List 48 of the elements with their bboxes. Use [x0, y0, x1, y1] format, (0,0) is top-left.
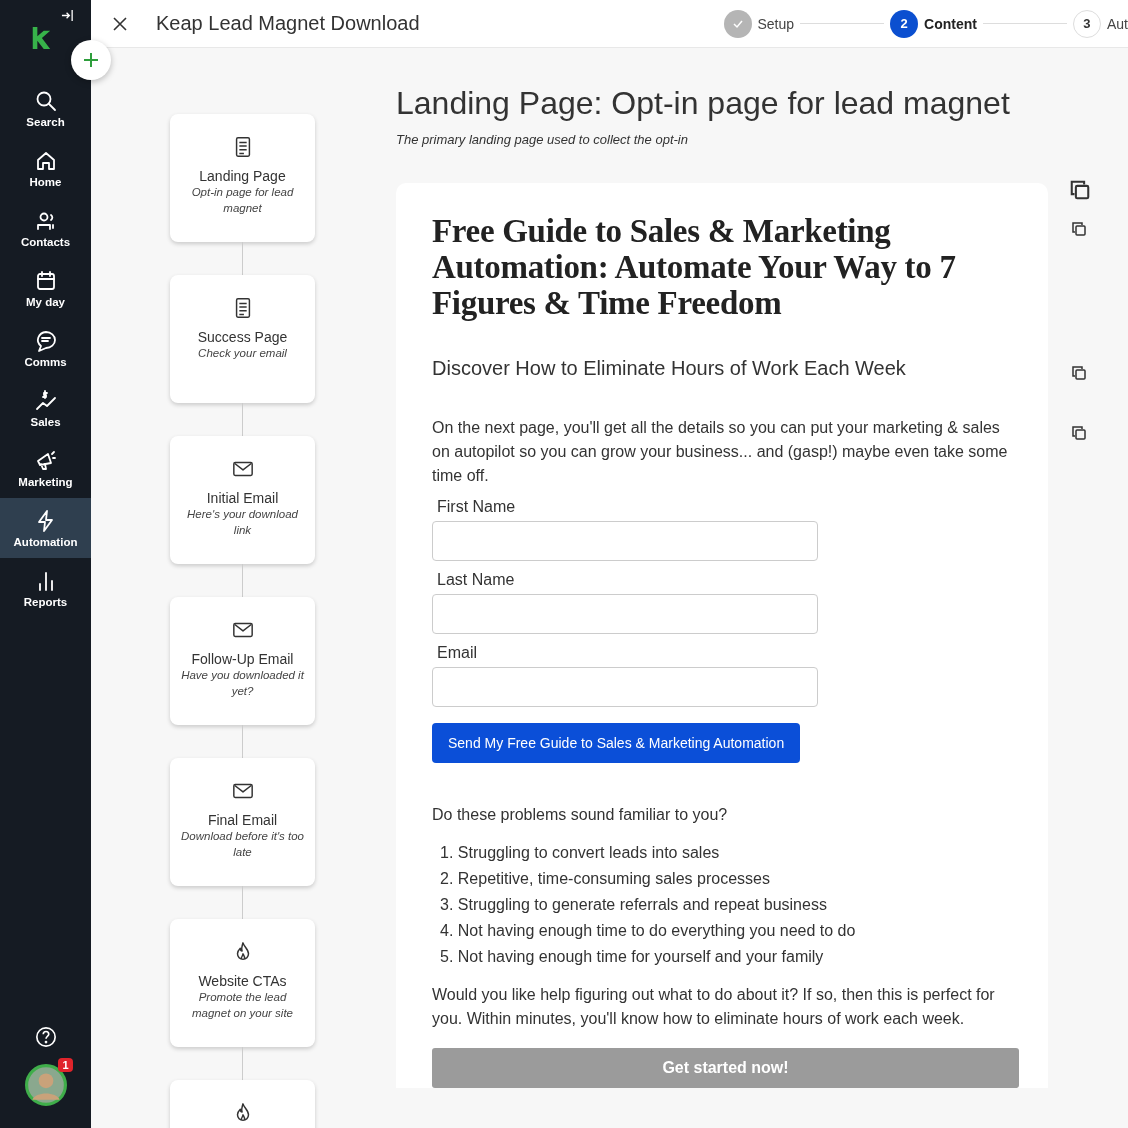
question-text: Do these problems sound familiar to you? — [432, 805, 729, 825]
copy-icon[interactable] — [1071, 221, 1087, 237]
section-title: Landing Page: Opt-in page for lead magnet — [396, 85, 1011, 122]
flow-node[interactable]: Final Email Download before it's too late — [170, 758, 315, 886]
list-item: 1. Struggling to convert leads into sales — [440, 843, 721, 863]
sales-icon — [33, 388, 58, 413]
nav-item[interactable]: Search — [0, 78, 91, 138]
nav-item[interactable]: Automation — [0, 498, 91, 558]
notification-badge: 1 — [58, 1058, 73, 1072]
flow-node[interactable]: Initial Email Here's your download link — [170, 436, 315, 564]
nav-item[interactable]: My day — [0, 258, 91, 318]
help-icon[interactable] — [34, 1026, 57, 1048]
list-item: 5. Not having enough time for yourself and your family — [440, 947, 825, 967]
copy-icon[interactable] — [1071, 365, 1087, 381]
collapse-icon[interactable] — [61, 9, 74, 22]
input-field[interactable] — [432, 667, 818, 707]
section-description: The primary landing page used to collect the opt-in — [396, 132, 689, 147]
nav-item[interactable]: Sales — [0, 378, 91, 438]
headline: Free Guide to Sales & Marketing Automation: Automate Your Way to 7 Figures & Time Freedom — [432, 213, 957, 321]
nav-item[interactable]: Comms — [0, 318, 91, 378]
list-item: 2. Repetitive, time-consuming sales processes — [440, 869, 771, 889]
submit-button[interactable]: Send My Free Guide to Sales & Marketing Automation — [432, 723, 801, 763]
nav-item[interactable]: Reports — [0, 558, 91, 618]
nav-item[interactable]: Marketing — [0, 438, 91, 498]
logo-icon — [30, 24, 52, 52]
step[interactable]: Setup — [723, 9, 795, 38]
closing-paragraph: Would you like help figuring out what to do about it? If so, then this is perfect for you. Within minutes, you'll know how to eliminate hours of work each week. — [432, 985, 996, 1029]
flow-node[interactable]: Website CTAs Promote the lead magnet on your site — [170, 919, 315, 1047]
flow-node[interactable]: Success Page Check your email — [170, 275, 315, 403]
step[interactable]: 2 Content — [890, 9, 977, 38]
subheadline: Discover How to Eliminate Hours of Work Each Week — [432, 357, 907, 380]
field-label: First Name — [437, 498, 517, 516]
flow-node[interactable]: Follow-Up Email Have you downloaded it yet? — [170, 597, 315, 725]
list-item: 4. Not having enough time to do everything you need to do — [440, 921, 857, 941]
input-field[interactable] — [432, 521, 818, 561]
input-field[interactable] — [432, 594, 818, 634]
copy-icon[interactable] — [1071, 425, 1087, 441]
copy-icon[interactable] — [1069, 179, 1091, 201]
page-title: Keap Lead Magnet Download — [156, 12, 420, 35]
field-label: Last Name — [437, 571, 516, 589]
close-icon[interactable] — [112, 15, 128, 32]
flow-node[interactable]: Landing Page Opt-in page for lead magnet — [170, 114, 315, 242]
field-label: Email — [437, 644, 478, 662]
list-item: 3. Struggling to generate referrals and repeat business — [440, 895, 828, 915]
nav-item[interactable]: Contacts — [0, 198, 91, 258]
nav-item[interactable]: Home — [0, 138, 91, 198]
intro-paragraph: On the next page, you'll get all the details so you can put your marketing & sales on autopilot so you can grow your business... and (gasp!) maybe even take some time off. — [432, 418, 1009, 486]
plus-icon — [81, 50, 101, 70]
